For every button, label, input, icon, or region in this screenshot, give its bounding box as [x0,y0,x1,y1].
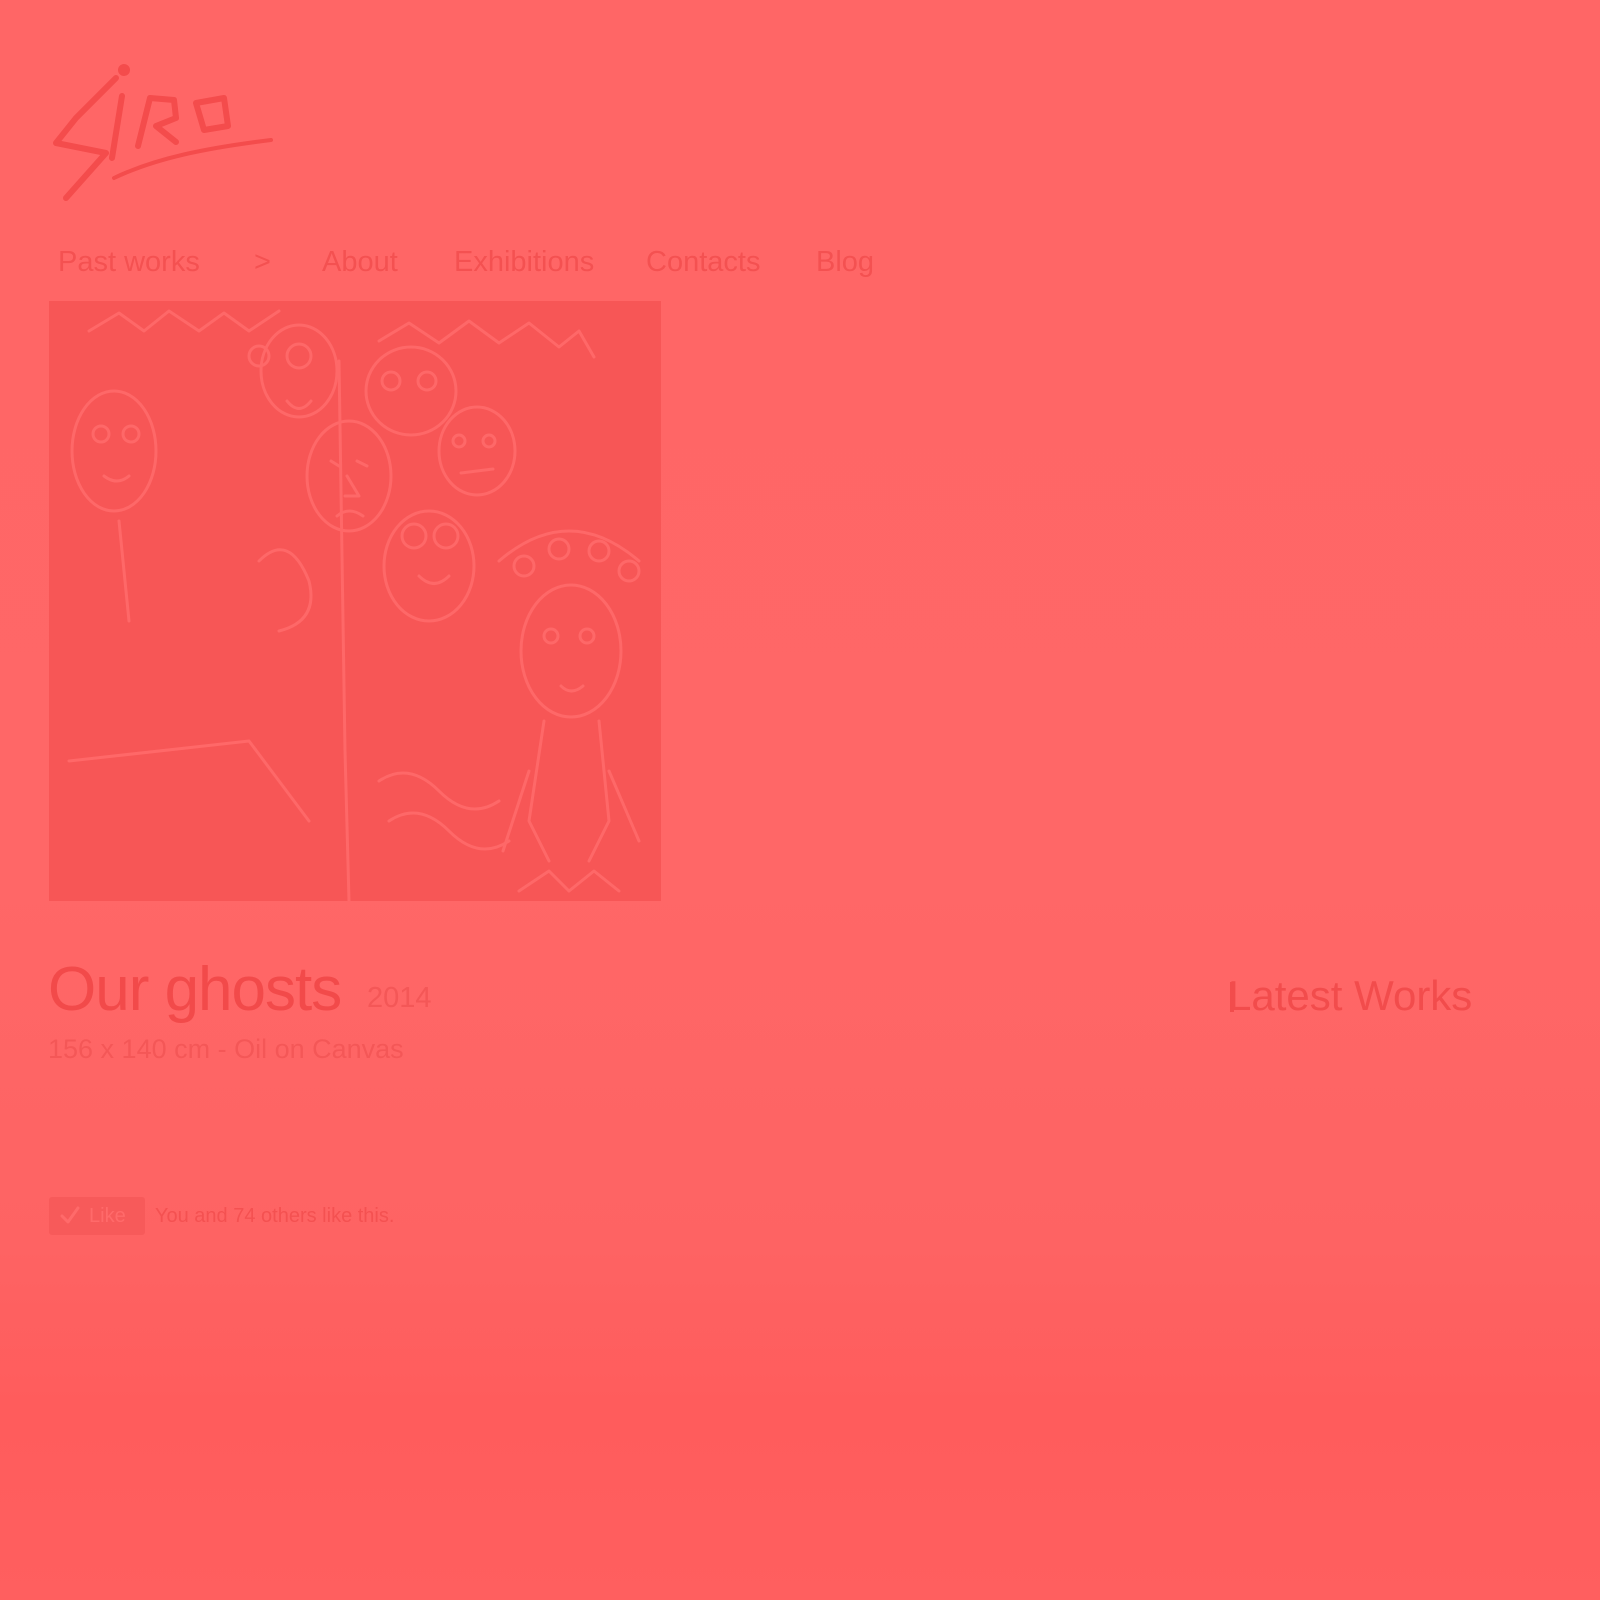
like-count-text: You and 74 others like this. [155,1205,395,1227]
nav-exhibitions[interactable]: Exhibitions [454,246,594,279]
latest-works-heading[interactable]: Latest Works [1228,972,1472,1020]
nav-about[interactable]: About [322,246,398,279]
nav-separator: > [254,246,271,278]
painting-illustration [49,301,661,901]
artwork-details: 156 x 140 cm - Oil on Canvas [48,1034,404,1064]
check-icon [60,1206,80,1224]
nav-blog[interactable]: Blog [816,246,874,279]
nav-past-works[interactable]: Past works [58,246,200,279]
artwork-title: Our ghosts [48,955,342,1024]
artwork-year: 2014 [367,982,432,1014]
like-button-label: Like [89,1205,126,1227]
siro-logo[interactable] [46,58,276,208]
artwork-image[interactable] [49,301,661,901]
nav-contacts[interactable]: Contacts [646,246,760,279]
like-button[interactable]: Like [49,1197,145,1235]
